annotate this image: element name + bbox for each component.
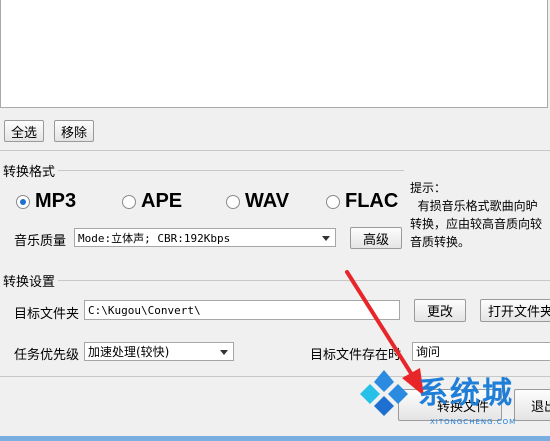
chevron-down-icon <box>322 235 330 241</box>
quality-value: Mode:立体声; CBR:192Kbps <box>78 231 231 245</box>
file-list[interactable] <box>0 0 548 108</box>
priority-value: 加速处理(较快) <box>88 345 170 359</box>
hint-title: 提示： <box>410 181 447 195</box>
remove-label: 移除 <box>60 125 87 141</box>
radio-button-checked[interactable] <box>16 194 30 209</box>
exists-select[interactable]: 询问 <box>412 342 550 361</box>
advanced-button[interactable]: 高级 <box>350 227 402 249</box>
radio-button[interactable] <box>122 194 136 209</box>
watermark-title: 系统城 <box>418 376 514 411</box>
change-button[interactable]: 更改 <box>414 299 466 322</box>
target-folder-label: 目标文件夹 <box>14 307 80 322</box>
open-folder-label: 打开文件夹 <box>488 305 550 320</box>
section-rule <box>58 170 404 171</box>
exit-button[interactable]: 退出 <box>514 389 550 421</box>
quality-label: 音乐质量 <box>14 234 67 249</box>
exit-label: 退出 <box>531 399 550 415</box>
bottom-strip <box>0 436 550 441</box>
quality-select[interactable]: Mode:立体声; CBR:192Kbps <box>74 228 336 247</box>
target-folder-value: C:\Kugou\Convert\ <box>88 303 201 317</box>
watermark-subtitle: XITONGCHENG.COM <box>430 418 517 426</box>
exists-value: 询问 <box>416 345 441 359</box>
radio-mp3[interactable]: MP3 <box>16 190 76 213</box>
chevron-down-icon <box>220 349 228 355</box>
radio-flac[interactable]: FLAC <box>326 190 398 213</box>
radio-flac-label: FLAC <box>345 190 399 212</box>
open-folder-button[interactable]: 打开文件夹 <box>480 299 550 322</box>
exists-label: 目标文件存在时 <box>310 348 402 363</box>
target-folder-input[interactable]: C:\Kugou\Convert\ <box>84 300 400 320</box>
settings-section-title: 转换设置 <box>3 275 56 290</box>
select-all-button[interactable]: 全选 <box>4 120 44 142</box>
priority-select[interactable]: 加速处理(较快) <box>84 342 234 361</box>
format-section-title: 转换格式 <box>3 165 56 180</box>
hint-line-3: 音质转换。 <box>410 235 471 249</box>
divider <box>0 150 550 151</box>
radio-mp3-label: MP3 <box>35 190 77 212</box>
radio-wav-label: WAV <box>245 190 290 212</box>
radio-ape-label: APE <box>141 190 183 212</box>
radio-wav[interactable]: WAV <box>226 190 289 213</box>
hint-line-1: 有损音乐格式歌曲向昈 <box>410 199 538 213</box>
priority-label: 任务优先级 <box>14 348 80 363</box>
hint-line-2: 转换，应由较高音质向较 <box>410 217 543 231</box>
remove-button[interactable]: 移除 <box>54 120 94 142</box>
change-label: 更改 <box>426 305 453 320</box>
advanced-label: 高级 <box>362 232 389 248</box>
select-all-label: 全选 <box>10 125 37 141</box>
radio-button[interactable] <box>326 194 340 209</box>
section-rule <box>58 280 550 281</box>
watermark-logo-icon <box>360 370 408 416</box>
radio-ape[interactable]: APE <box>122 190 182 213</box>
radio-button[interactable] <box>226 194 240 209</box>
